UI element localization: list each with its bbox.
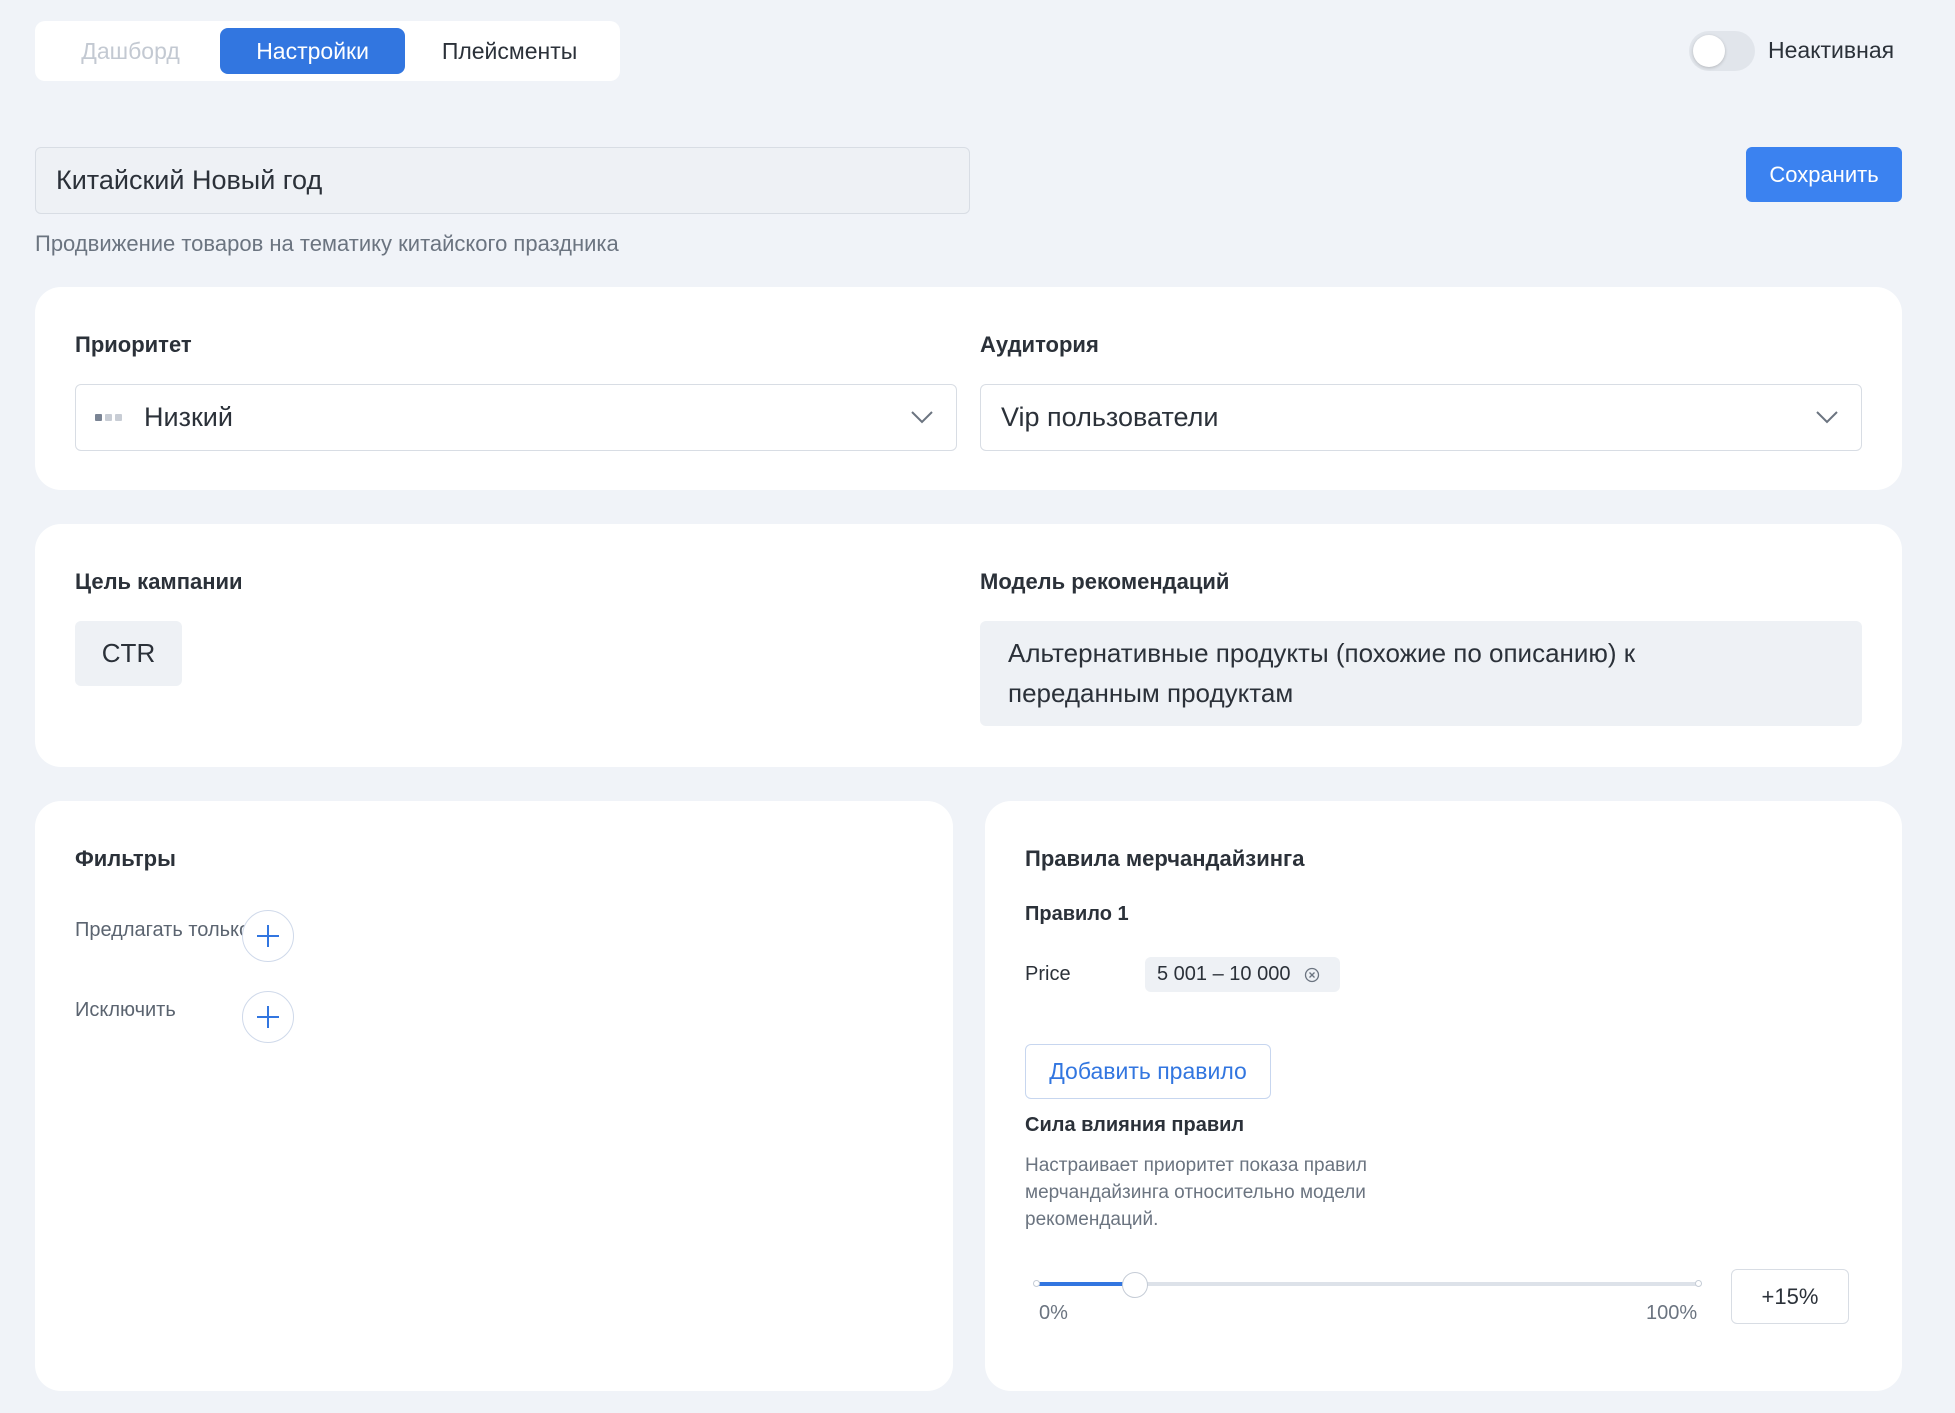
tab-settings[interactable]: Настройки	[220, 28, 406, 74]
priority-value: Низкий	[144, 402, 233, 432]
model-value-line2: переданным продуктам	[1008, 678, 1294, 708]
strength-value-input[interactable]: +15%	[1731, 1269, 1849, 1324]
strength-slider-fill	[1036, 1282, 1136, 1286]
slider-min-label: 0%	[1039, 1302, 1068, 1324]
campaign-name-input[interactable]: Китайский Новый год	[35, 147, 970, 214]
priority-select[interactable]: Низкий	[75, 384, 957, 451]
filters-card	[35, 801, 953, 1391]
priority-low-icon	[95, 414, 122, 421]
price-range-chip: 5 001 – 10 000	[1145, 957, 1340, 992]
tab-placements[interactable]: Плейсменты	[405, 28, 614, 74]
chevron-down-icon	[1816, 411, 1838, 424]
model-value: Альтернативные продукты (похожие по опис…	[980, 621, 1862, 726]
goal-value: CTR	[75, 621, 182, 686]
slider-max-label: 100%	[1646, 1302, 1698, 1324]
add-exclude-button[interactable]	[242, 991, 294, 1043]
strength-description: Настраивает приоритет показа правил мерч…	[1025, 1155, 1367, 1230]
audience-label: Аудитория	[980, 332, 1099, 357]
strength-value: +15%	[1761, 1283, 1819, 1309]
campaign-description: Продвижение товаров на тематику китайско…	[35, 231, 619, 256]
campaign-name-value: Китайский Новый год	[56, 165, 323, 195]
status-toggle[interactable]	[1689, 31, 1755, 71]
merch-title: Правила мерчандайзинга	[1025, 846, 1305, 871]
model-value-line1: Альтернативные продукты (похожие по опис…	[1008, 638, 1636, 668]
rule-title: Правило 1	[1025, 903, 1129, 925]
status-label: Неактивная	[1768, 37, 1895, 63]
chevron-down-icon	[911, 411, 933, 424]
audience-value: Vip пользователи	[1001, 402, 1219, 432]
plus-icon	[257, 1006, 279, 1028]
price-label: Price	[1025, 963, 1071, 985]
tab-dashboard[interactable]: Дашборд	[41, 28, 220, 74]
remove-circle-icon[interactable]	[1304, 967, 1320, 983]
priority-dot-1	[95, 414, 102, 421]
priority-dot-2	[105, 414, 112, 421]
filters-title: Фильтры	[75, 846, 176, 871]
toggle-knob	[1693, 35, 1725, 67]
tab-bar: Дашборд Настройки Плейсменты	[35, 21, 620, 81]
audience-select[interactable]: Vip пользователи	[980, 384, 1862, 451]
slider-start-marker	[1033, 1280, 1040, 1287]
model-label: Модель рекомендаций	[980, 569, 1230, 594]
filter-exclude-label: Исключить	[75, 999, 176, 1021]
priority-label: Приоритет	[75, 332, 192, 357]
add-offer-only-button[interactable]	[242, 910, 294, 962]
strength-title: Сила влияния правил	[1025, 1114, 1245, 1136]
filter-offer-only-label: Предлагать только	[75, 919, 251, 941]
save-button[interactable]: Сохранить	[1746, 147, 1902, 202]
add-rule-button[interactable]: Добавить правило	[1025, 1044, 1271, 1099]
price-range-value: 5 001 – 10 000	[1157, 963, 1291, 985]
priority-dot-3	[115, 414, 122, 421]
plus-icon	[257, 925, 279, 947]
slider-end-marker	[1695, 1280, 1702, 1287]
goal-label: Цель кампании	[75, 569, 243, 594]
